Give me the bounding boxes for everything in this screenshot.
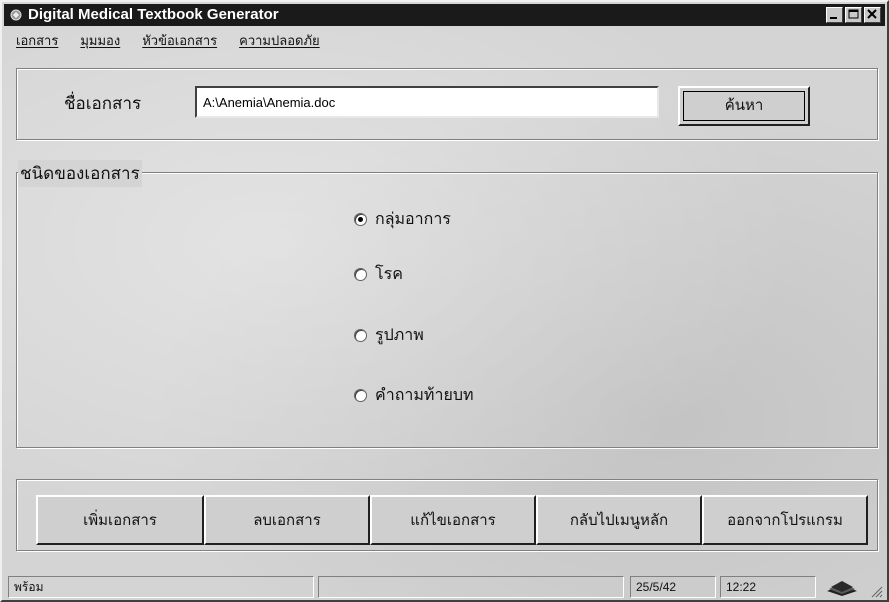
menu-bar: เอกสาร มุมมอง หัวข้อเอกสาร ความปลอดภัย	[4, 28, 885, 52]
title-bar[interactable]: Digital Medical Textbook Generator	[4, 4, 885, 26]
radio-label: โรค	[375, 264, 403, 283]
back-to-main-menu-button[interactable]: กลับไปเมนูหลัก	[536, 495, 702, 545]
maximize-icon[interactable]	[845, 7, 862, 23]
delete-document-button[interactable]: ลบเอกสาร	[204, 495, 370, 545]
status-pane-empty	[318, 576, 624, 598]
status-text: พร้อม	[8, 576, 314, 598]
menu-topics[interactable]: หัวข้อเอกสาร	[142, 30, 217, 51]
radio-button[interactable]	[354, 389, 367, 402]
radio-label: รูปภาพ	[375, 325, 424, 344]
close-icon[interactable]	[864, 7, 881, 23]
app-icon	[10, 9, 22, 21]
radio-end-questions[interactable]: คำถามท้ายบท	[354, 383, 474, 408]
search-button[interactable]: ค้นหา	[678, 86, 810, 126]
menu-view[interactable]: มุมมอง	[80, 30, 120, 51]
menu-document[interactable]: เอกสาร	[16, 30, 58, 51]
window-title: Digital Medical Textbook Generator	[28, 6, 279, 23]
books-icon	[827, 581, 857, 596]
app-window: Digital Medical Textbook Generator เอกสา…	[0, 0, 889, 602]
radio-symptom-group[interactable]: กลุ่มอาการ	[354, 207, 451, 232]
status-time: 12:22	[720, 576, 816, 598]
radio-label: คำถามท้ายบท	[375, 385, 474, 404]
window-controls	[826, 7, 881, 24]
radio-button[interactable]	[354, 213, 367, 226]
radio-disease[interactable]: โรค	[354, 262, 403, 287]
menu-security[interactable]: ความปลอดภัย	[239, 30, 320, 51]
radio-button[interactable]	[354, 268, 367, 281]
radio-image[interactable]: รูปภาพ	[354, 323, 424, 348]
radio-button[interactable]	[354, 329, 367, 342]
resize-grip-icon[interactable]	[871, 586, 883, 598]
document-type-label: ชนิดของเอกสาร	[18, 160, 142, 187]
document-name-label: ชื่อเอกสาร	[64, 94, 142, 114]
add-document-button[interactable]: เพิ่มเอกสาร	[36, 495, 204, 545]
exit-program-button[interactable]: ออกจากโปรแกรม	[702, 495, 868, 545]
edit-document-button[interactable]: แก้ไขเอกสาร	[370, 495, 536, 545]
status-bar: พร้อม 25/5/42 12:22	[4, 576, 885, 600]
document-path-input[interactable]	[195, 86, 659, 118]
radio-label: กลุ่มอาการ	[375, 209, 451, 228]
status-date: 25/5/42	[630, 576, 716, 598]
minimize-icon[interactable]	[826, 7, 843, 23]
